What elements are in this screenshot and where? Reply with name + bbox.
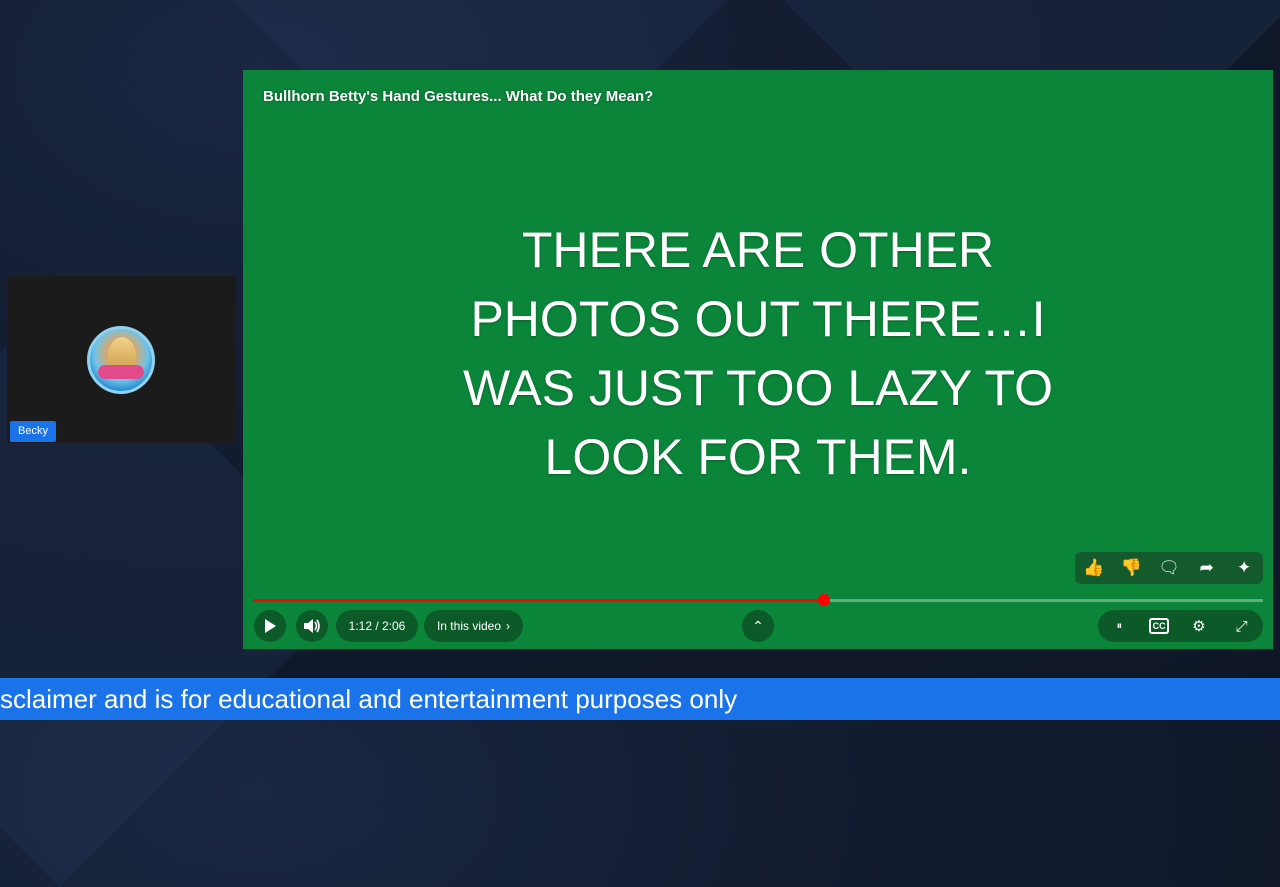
sparkle-icon[interactable]: ✦ — [1230, 558, 1258, 578]
chevron-up-icon: ⌃ — [752, 617, 764, 634]
player-right-controls: ⏸ CC ⚙ ⤢ — [1098, 610, 1263, 642]
slide-line: WAS JUST TOO LAZY TO — [463, 360, 1053, 416]
settings-gear-icon[interactable]: ⚙ — [1186, 617, 1212, 635]
expand-up-button[interactable]: ⌃ — [742, 610, 774, 642]
share-icon[interactable]: ➦ — [1193, 558, 1221, 578]
autoplay-toggle-icon[interactable]: ⏸ — [1106, 620, 1132, 633]
thumbs-up-icon[interactable]: 👍 — [1080, 558, 1108, 578]
profile-avatar — [87, 326, 155, 394]
time-display: 1:12 / 2:06 — [336, 610, 418, 642]
slide-line: THERE ARE OTHER — [521, 222, 995, 278]
in-this-video-label: In this video — [436, 619, 502, 633]
avatar-badge — [98, 365, 144, 379]
volume-button[interactable] — [296, 610, 328, 642]
progress-bar[interactable] — [253, 594, 1263, 606]
play-button[interactable] — [254, 610, 286, 642]
chevron-right-icon: › — [506, 619, 511, 633]
video-actions-bar: 👍 👎 🗨 ➦ ✦ — [1075, 552, 1263, 584]
slide-line: LOOK FOR THEM. — [544, 429, 972, 485]
in-this-video-button[interactable]: In this video › — [424, 610, 523, 642]
volume-icon — [304, 619, 320, 633]
caption-ticker: sclaimer and is for educational and ente… — [0, 678, 1280, 720]
captions-icon[interactable]: CC — [1149, 618, 1170, 634]
exit-fullscreen-icon[interactable]: ⤢ — [1229, 618, 1255, 635]
video-player[interactable]: Bullhorn Betty's Hand Gestures... What D… — [243, 70, 1273, 649]
progress-fill — [253, 599, 824, 602]
slide-line: PHOTOS OUT THERE…I — [470, 291, 1046, 347]
video-title[interactable]: Bullhorn Betty's Hand Gestures... What D… — [263, 88, 653, 105]
thumbs-down-icon[interactable]: 👎 — [1117, 558, 1145, 578]
participant-name-label: Becky — [10, 421, 56, 442]
comment-icon[interactable]: 🗨 — [1155, 558, 1183, 578]
play-icon — [265, 619, 276, 633]
slide-text: THERE ARE OTHER PHOTOS OUT THERE…I WAS J… — [408, 216, 1108, 492]
progress-scrubber[interactable] — [817, 594, 830, 606]
